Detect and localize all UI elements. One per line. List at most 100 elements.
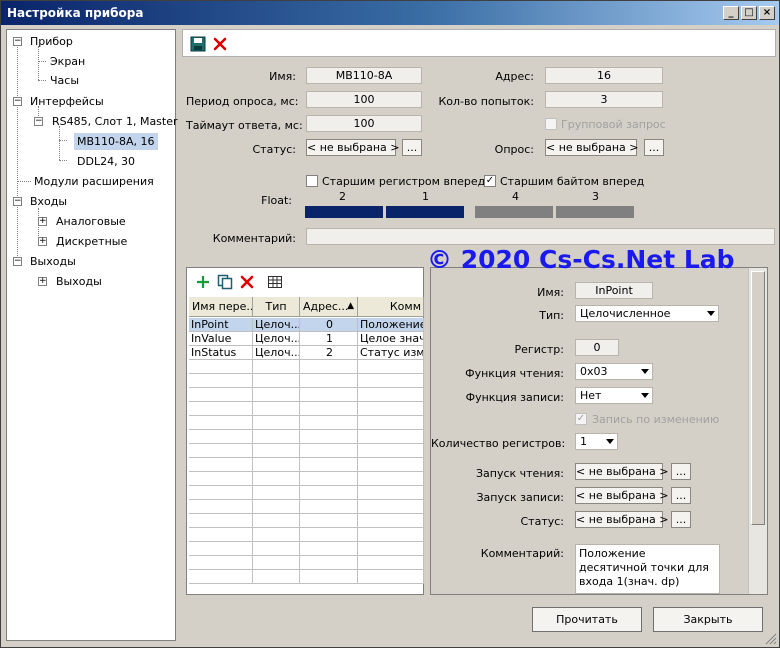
device-status-select[interactable]: < не выбрана > <box>306 139 400 156</box>
var-status-more-button[interactable]: ... <box>671 511 691 528</box>
empty-cell <box>253 486 300 500</box>
tree-item-rs485[interactable]: RS485, Слот 1, Master <box>52 115 178 128</box>
close-window-button[interactable]: × <box>759 6 775 20</box>
chevron-down-icon <box>707 311 715 316</box>
empty-cell <box>300 402 358 416</box>
poll-period-label: Период опроса, мс: <box>186 95 299 108</box>
response-timeout-field[interactable]: 100 <box>306 115 422 132</box>
collapse-rs485-icon[interactable]: − <box>34 117 43 126</box>
poll-label: Опрос: <box>494 143 534 156</box>
group-request-checkbox[interactable] <box>545 118 557 130</box>
collapse-device-icon[interactable]: − <box>13 37 22 46</box>
write-function-label: Функция записи: <box>465 391 564 404</box>
delete-icon[interactable] <box>212 36 228 52</box>
float-register-order-checkbox[interactable] <box>306 175 318 187</box>
poll-select[interactable]: < не выбрана > <box>545 139 639 156</box>
var-status-select[interactable]: < не выбрана > <box>575 511 669 528</box>
cell-address: 1 <box>300 332 358 346</box>
tree-item-device[interactable]: Прибор <box>30 35 73 48</box>
cell-address: 2 <box>300 346 358 360</box>
watermark-text: © 2020 Cs-Cs.Net Lab <box>427 245 735 274</box>
read-button[interactable]: Прочитать <box>532 607 642 632</box>
chevron-down-icon <box>641 369 649 374</box>
empty-cell <box>189 570 253 584</box>
float-byte-order-checkbox[interactable]: ✓ <box>484 175 496 187</box>
read-start-label: Запуск чтения: <box>475 467 564 480</box>
column-header-address[interactable]: Адрес... ▲ <box>300 297 358 317</box>
cell-name: InStatus <box>189 346 253 360</box>
collapse-inputs-icon[interactable]: − <box>13 197 22 206</box>
poll-period-field[interactable]: 100 <box>306 91 422 108</box>
column-header-comment[interactable]: Комм <box>358 297 424 317</box>
empty-cell <box>358 388 424 402</box>
address-field[interactable]: 16 <box>545 67 663 84</box>
tree-item-ddl24[interactable]: DDL24, 30 <box>77 155 135 168</box>
cell-name: InPoint <box>189 318 253 332</box>
tree-item-inputs[interactable]: Входы <box>30 195 67 208</box>
read-start-select[interactable]: < не выбрана > <box>575 463 669 480</box>
write-function-select[interactable]: Нет <box>575 387 653 404</box>
delete-variable-icon[interactable] <box>239 274 255 290</box>
tree-item-clock[interactable]: Часы <box>50 74 79 87</box>
device-toolbar <box>182 29 776 57</box>
var-type-value: Целочисленное <box>580 307 671 320</box>
column-header-type[interactable]: Тип <box>253 297 300 317</box>
empty-cell <box>300 416 358 430</box>
attempts-field[interactable]: 3 <box>545 91 663 108</box>
empty-cell <box>358 472 424 486</box>
empty-cell <box>253 416 300 430</box>
empty-cell <box>189 458 253 472</box>
empty-cell <box>253 444 300 458</box>
minimize-button[interactable]: _ <box>723 6 739 20</box>
cell-comment: Статус изме <box>358 346 424 360</box>
tree-item-digital-outputs[interactable]: Выходы <box>56 275 102 288</box>
register-field[interactable]: 0 <box>575 339 619 356</box>
table-icon[interactable] <box>267 274 283 290</box>
expand-digital-outputs-icon[interactable]: + <box>38 277 47 286</box>
write-on-change-checkbox[interactable]: ✓ <box>575 413 587 425</box>
var-type-label: Тип: <box>539 309 564 322</box>
var-comment-field[interactable]: Положение десятичной точки для входа 1(з… <box>575 544 720 594</box>
tree-item-digital-inputs[interactable]: Дискретные <box>56 235 127 248</box>
poll-more-button[interactable]: ... <box>644 139 664 156</box>
expand-digital-inputs-icon[interactable]: + <box>38 237 47 246</box>
device-name-field[interactable]: MB110-8A <box>306 67 422 84</box>
add-icon[interactable] <box>195 274 211 290</box>
tree-item-screen[interactable]: Экран <box>50 55 85 68</box>
tree-item-outputs[interactable]: Выходы <box>30 255 76 268</box>
maximize-button[interactable]: □ <box>741 6 757 20</box>
copy-icon[interactable] <box>217 274 233 290</box>
group-request-label: Групповой запрос <box>561 118 666 131</box>
close-button[interactable]: Закрыть <box>653 607 763 632</box>
empty-cell <box>189 374 253 388</box>
tree-item-mb110[interactable]: MB110-8A, 16 <box>74 133 158 150</box>
save-icon[interactable] <box>190 36 206 52</box>
write-start-more-button[interactable]: ... <box>671 487 691 504</box>
read-start-more-button[interactable]: ... <box>671 463 691 480</box>
resize-grip-icon[interactable] <box>763 631 777 645</box>
empty-cell <box>300 374 358 388</box>
write-start-select[interactable]: < не выбрана > <box>575 487 669 504</box>
expand-analog-icon[interactable]: + <box>38 217 47 226</box>
scrollbar-thumb[interactable] <box>751 271 765 525</box>
column-header-name[interactable]: Имя пере... <box>189 297 253 317</box>
var-comment-label: Комментарий: <box>480 547 564 560</box>
empty-cell <box>189 542 253 556</box>
register-count-select[interactable]: 1 <box>575 433 618 450</box>
var-status-label: Статус: <box>520 515 564 528</box>
tree-item-expansion-modules[interactable]: Модули расширения <box>34 175 154 188</box>
collapse-outputs-icon[interactable]: − <box>13 257 22 266</box>
properties-scrollbar[interactable] <box>748 268 767 594</box>
device-comment-field[interactable] <box>306 228 775 245</box>
var-type-select[interactable]: Целочисленное <box>575 305 719 322</box>
var-name-field[interactable]: InPoint <box>575 282 653 299</box>
tree-item-analog[interactable]: Аналоговые <box>56 215 126 228</box>
device-status-more-button[interactable]: ... <box>402 139 422 156</box>
read-function-select[interactable]: 0x03 <box>575 363 653 380</box>
empty-cell <box>189 430 253 444</box>
empty-cell <box>358 444 424 458</box>
collapse-interfaces-icon[interactable]: − <box>13 97 22 106</box>
empty-cell <box>358 360 424 374</box>
tree-item-interfaces[interactable]: Интерфейсы <box>30 95 104 108</box>
cell-type: Целоч... <box>253 346 300 360</box>
